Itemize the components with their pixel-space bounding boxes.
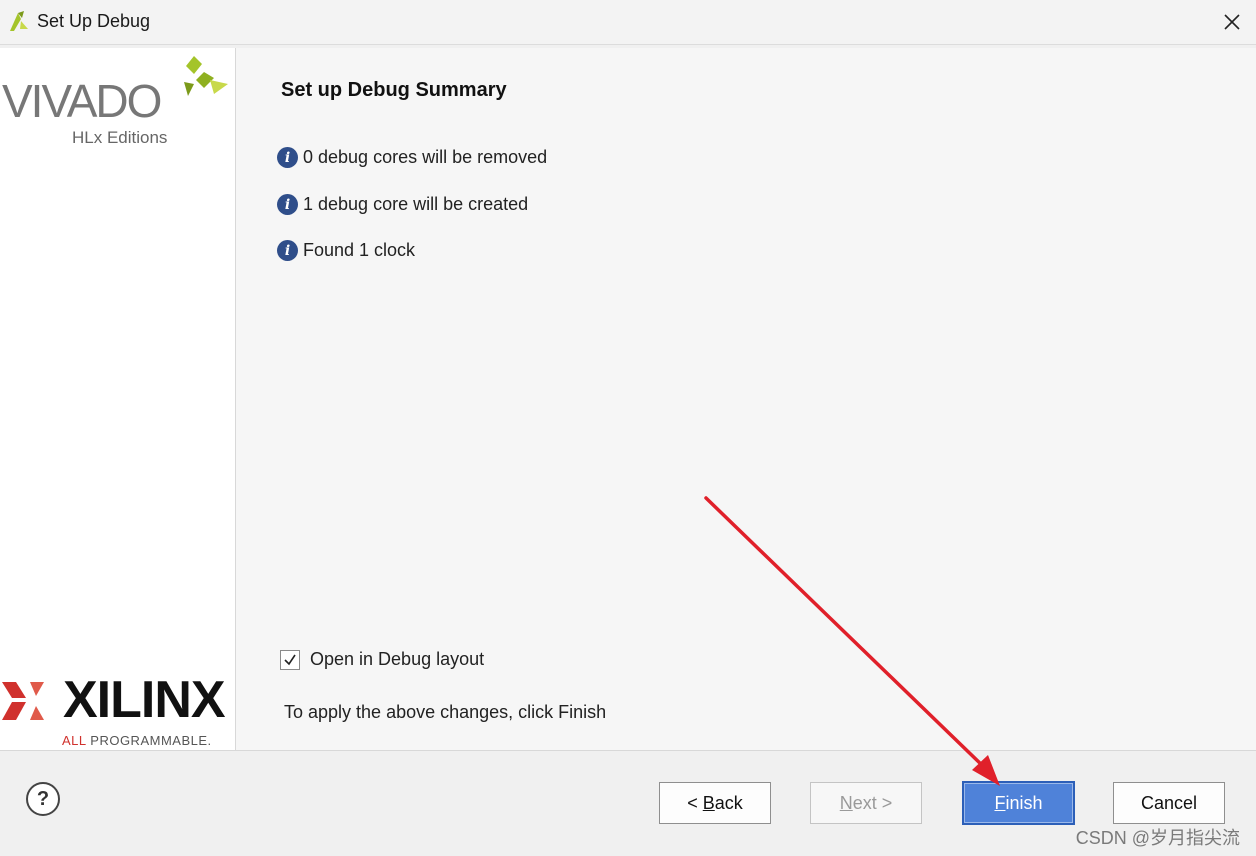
title-bar: Set Up Debug — [0, 0, 1256, 45]
help-icon: ? — [36, 787, 50, 810]
close-button[interactable] — [1208, 0, 1256, 44]
info-item-text: Found 1 clock — [303, 240, 416, 260]
page-title: Set up Debug Summary — [281, 79, 507, 101]
cancel-button[interactable]: Cancel — [1113, 782, 1225, 824]
next-button[interactable]: Next > — [810, 782, 922, 824]
wizard-main: Set up Debug Summary i 0 debug cores wil… — [236, 48, 1256, 750]
xilinx-tagline-rest: PROGRAMMABLE. — [86, 733, 212, 748]
info-item: i 0 debug cores will be removed — [277, 147, 547, 168]
info-item: i Found 1 clock — [277, 240, 415, 261]
help-button[interactable]: ? — [26, 782, 60, 816]
cancel-button-label: Cancel — [1140, 792, 1198, 813]
info-item-text: 1 debug core will be created — [303, 194, 529, 214]
xilinx-tagline: ALL PROGRAMMABLE. — [62, 733, 212, 748]
vivado-app-icon — [8, 9, 30, 38]
open-debug-layout-checkbox[interactable]: Open in Debug layout — [280, 649, 484, 670]
finish-button-label: Finish — [994, 792, 1043, 813]
vivado-logo-text: VIVADO — [2, 75, 162, 127]
xilinx-logo-icon — [2, 676, 48, 731]
back-button-label: < Back — [687, 792, 743, 813]
hlx-editions-text: HLx Editions — [72, 128, 168, 147]
wizard-sidebar: VIVADO HLx Editions XILINX ALL PROGRAMMA… — [0, 48, 236, 750]
vivado-logo-icon — [180, 54, 232, 107]
next-button-label: Next > — [839, 792, 893, 813]
info-icon: i — [277, 240, 298, 261]
checkbox-box[interactable] — [280, 649, 300, 670]
window-title: Set Up Debug — [37, 11, 151, 31]
info-item: i 1 debug core will be created — [277, 194, 528, 215]
info-item-text: 0 debug cores will be removed — [303, 147, 548, 167]
info-icon: i — [277, 194, 298, 215]
checkbox-label: Open in Debug layout — [310, 649, 485, 669]
finish-button[interactable]: Finish — [962, 781, 1075, 825]
checkmark-icon — [284, 654, 296, 665]
xilinx-logo-text: XILINX — [63, 671, 226, 729]
apply-instruction: To apply the above changes, click Finish — [284, 702, 607, 722]
wizard-footer: ? < Back Next > Finish Cancel — [0, 751, 1256, 856]
xilinx-tagline-all: ALL — [62, 733, 87, 748]
close-icon — [1224, 14, 1240, 30]
back-button[interactable]: < Back — [659, 782, 771, 824]
watermark: CSDN @岁月指尖流 — [1075, 828, 1240, 848]
info-icon: i — [277, 147, 298, 168]
